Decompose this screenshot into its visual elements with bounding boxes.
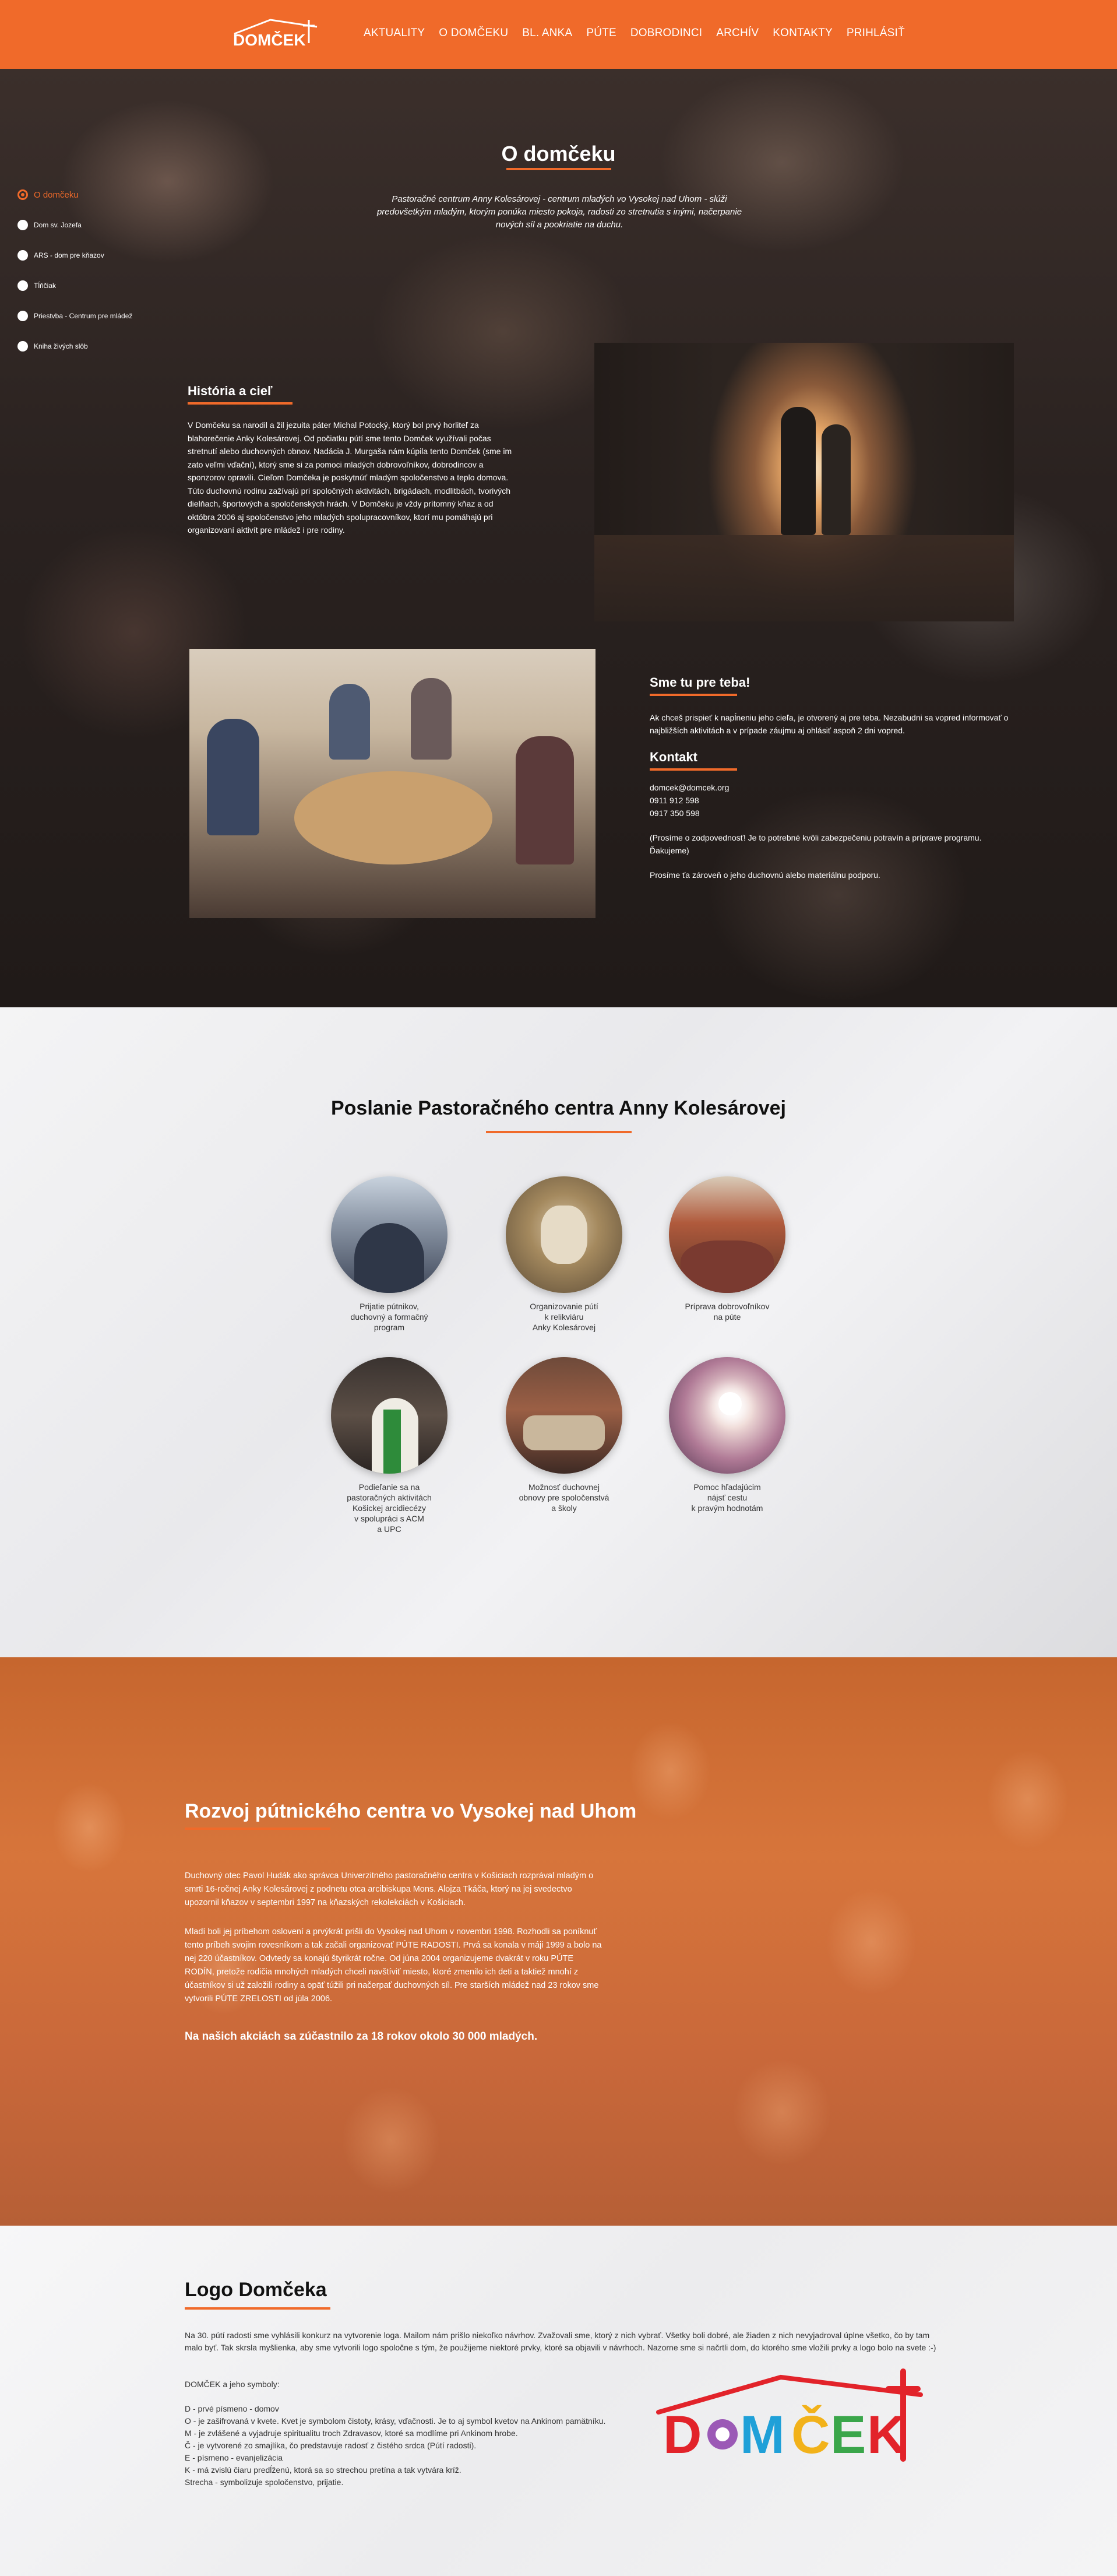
side-nav-item-ars[interactable]: ARS - dom pre kňazov: [17, 240, 132, 270]
development-paragraph-2: Mladí boli jej príbehom oslovení a prvýk…: [185, 1927, 602, 2004]
title-underline: [188, 402, 293, 405]
development-paragraph-1: Duchovný otec Pavol Hudák ako správca Un…: [185, 1871, 594, 1907]
logo-intro: Na 30. pútí radosti sme vyhlásili konkur…: [185, 2331, 936, 2352]
reliquary-photo: [506, 1176, 622, 1293]
contact-phone-1[interactable]: 0911 912 598: [650, 794, 729, 807]
history-text: V Domčeku sa narodil a žil jezuita páter…: [188, 420, 512, 535]
mission-caption: Prijatie pútnikov, duchovný a formačný p…: [350, 1302, 428, 1332]
join-title: Sme tu pre teba!: [650, 675, 750, 690]
side-nav-item-kniha[interactable]: Kniha živých slôb: [17, 331, 132, 361]
svg-text:E: E: [830, 2405, 866, 2465]
priest-photo: [331, 1357, 447, 1474]
radio-dot-icon: [17, 189, 28, 200]
side-nav-label: Dom sv. Jozefa: [34, 221, 82, 229]
side-nav-item-o-domceku[interactable]: O domčeku: [17, 180, 132, 210]
nav-item-prihlasit[interactable]: PRIHLÁSIŤ: [847, 27, 905, 40]
radio-dot-icon: [17, 220, 28, 230]
side-nav-label: Tĺňčiak: [34, 282, 57, 290]
title-underline: [650, 768, 737, 771]
mission-caption: Možnosť duchovnej obnovy pre spoločenstv…: [519, 1482, 609, 1513]
title-underline: [185, 1828, 330, 1830]
mission-caption: Pomoc hľadajúcim nájsť cestu k pravým ho…: [691, 1482, 763, 1513]
stage-photo: [594, 343, 1014, 621]
mission-section: Poslanie Pastoračného centra Anny Kolesá…: [0, 1007, 1117, 1657]
radio-dot-icon: [17, 311, 28, 321]
development-title: Rozvoj pútnického centra vo Vysokej nad …: [185, 1800, 637, 1822]
side-nav-item-priestvba[interactable]: Priestvba - Centrum pre mládež: [17, 301, 132, 331]
mission-title: Poslanie Pastoračného centra Anny Kolesá…: [330, 1097, 787, 1119]
side-nav-label: ARS - dom pre kňazov: [34, 251, 104, 259]
nav-item-bl-anka[interactable]: BL. ANKA: [522, 27, 572, 40]
side-nav-label: Kniha živých slôb: [34, 342, 88, 350]
symbol-item: M - je zvlášené a vyjadruje spiritualitu…: [185, 2429, 518, 2438]
development-highlight: Na našich akciách sa zúčastnilo za 18 ro…: [185, 2030, 538, 2043]
nav-item-pute[interactable]: PÚTE: [586, 27, 616, 40]
mission-item: Prijatie pútnikov, duchovný a formačný p…: [313, 1176, 465, 1333]
volunteers-photo: [669, 1176, 785, 1293]
mission-item: Možnosť duchovnej obnovy pre spoločenstv…: [488, 1357, 640, 1513]
mission-item: Organizovanie pútí k relikviáru Anky Kol…: [488, 1176, 640, 1333]
side-nav-item-dom-sv-jozefa[interactable]: Dom sv. Jozefa: [17, 210, 132, 240]
logo-section-title: Logo Domčeka: [185, 2279, 327, 2301]
mission-item: Podieľanie sa na pastoračných aktivitách…: [313, 1357, 465, 1534]
nav-item-kontakty[interactable]: KONTAKTY: [773, 27, 833, 40]
title-underline: [650, 694, 737, 696]
svg-text:Č: Č: [791, 2405, 830, 2465]
mission-caption: Podieľanie sa na pastoračných aktivitách…: [347, 1482, 432, 1534]
join-text: Ak chceš prispieť k napĺneniu jeho cieľa…: [650, 713, 1009, 735]
contact-email[interactable]: domcek@domcek.org: [650, 781, 729, 794]
history-title: História a cieľ: [188, 384, 273, 398]
hero-intro: Pastoračné centrum Anny Kolesárovej - ce…: [376, 194, 742, 230]
symbol-item: K - má zvislú čiaru predĺženú, ktorá sa …: [185, 2465, 461, 2475]
retreat-photo: [506, 1357, 622, 1474]
contact-phone-2[interactable]: 0917 350 598: [650, 807, 729, 820]
group-table-photo: [189, 649, 596, 918]
svg-text:D: D: [663, 2405, 702, 2465]
symbol-item: O - je zašifrovaná v kvete. Kvet je symb…: [185, 2416, 606, 2426]
main-menu: AKTUALITY O DOMČEKU BL. ANKA PÚTE DOBROD…: [364, 27, 919, 40]
page-title: O domčeku: [501, 142, 616, 166]
top-navigation: DOMČEK AKTUALITY O DOMČEKU BL. ANKA PÚTE…: [0, 0, 1117, 69]
symbol-item: Strecha - symbolizuje spoločenstvo, prij…: [185, 2477, 344, 2487]
logo-section: Logo Domčeka Na 30. pútí radosti sme vyh…: [0, 2226, 1117, 2576]
symbol-item: Č - je vytvorené zo smajlíka, čo predsta…: [185, 2441, 477, 2450]
nav-item-aktuality[interactable]: AKTUALITY: [364, 27, 425, 40]
hero-section: O domčeku Pastoračné centrum Anny Kolesá…: [0, 69, 1117, 1007]
contact-title: Kontakt: [650, 750, 697, 764]
monstrance-photo: [669, 1357, 785, 1474]
side-nav-label: O domčeku: [34, 189, 79, 200]
svg-text:K: K: [867, 2405, 905, 2465]
title-underline: [486, 1131, 632, 1133]
symbol-item: E - písmeno - evanjelizácia: [185, 2453, 283, 2462]
nav-item-archiv[interactable]: ARCHÍV: [716, 27, 759, 40]
contact-note: (Prosíme o zodpovednosť! Je to potrebné …: [650, 833, 982, 855]
contact-details: domcek@domcek.org 0911 912 598 0917 350 …: [650, 781, 729, 820]
radio-dot-icon: [17, 250, 28, 261]
domcek-logo-image: D M Č E K: [653, 2366, 932, 2470]
contact-support-note: Prosíme ťa zároveň o jeho duchovnú alebo…: [650, 870, 880, 880]
svg-text:DOMČEK: DOMČEK: [233, 30, 305, 49]
side-nav-item-tlnciak[interactable]: Tĺňčiak: [17, 270, 132, 301]
symbol-item: D - prvé písmeno - domov: [185, 2404, 279, 2413]
svg-text:M: M: [740, 2405, 785, 2465]
nav-item-dobrodinci[interactable]: DOBRODINCI: [630, 27, 702, 40]
nav-item-o-domceku[interactable]: O DOMČEKU: [439, 27, 508, 40]
development-section: Rozvoj pútnického centra vo Vysokej nad …: [0, 1657, 1117, 2226]
title-underline: [185, 2307, 330, 2310]
pilgrims-photo: [331, 1176, 447, 1293]
radio-dot-icon: [17, 341, 28, 352]
mission-item: Príprava dobrovoľníkov na púte: [651, 1176, 803, 1322]
mission-caption: Organizovanie pútí k relikviáru Anky Kol…: [530, 1302, 598, 1332]
symbols-list: D - prvé písmeno - domov O - je zašifrov…: [185, 2403, 639, 2489]
mission-item: Pomoc hľadajúcim nájsť cestu k pravým ho…: [651, 1357, 803, 1513]
site-logo[interactable]: DOMČEK: [230, 17, 323, 50]
title-underline: [506, 168, 611, 170]
section-side-nav: O domčeku Dom sv. Jozefa ARS - dom pre k…: [17, 180, 132, 361]
side-nav-label: Priestvba - Centrum pre mládež: [34, 312, 133, 320]
radio-dot-icon: [17, 280, 28, 291]
mission-caption: Príprava dobrovoľníkov na púte: [685, 1302, 770, 1322]
